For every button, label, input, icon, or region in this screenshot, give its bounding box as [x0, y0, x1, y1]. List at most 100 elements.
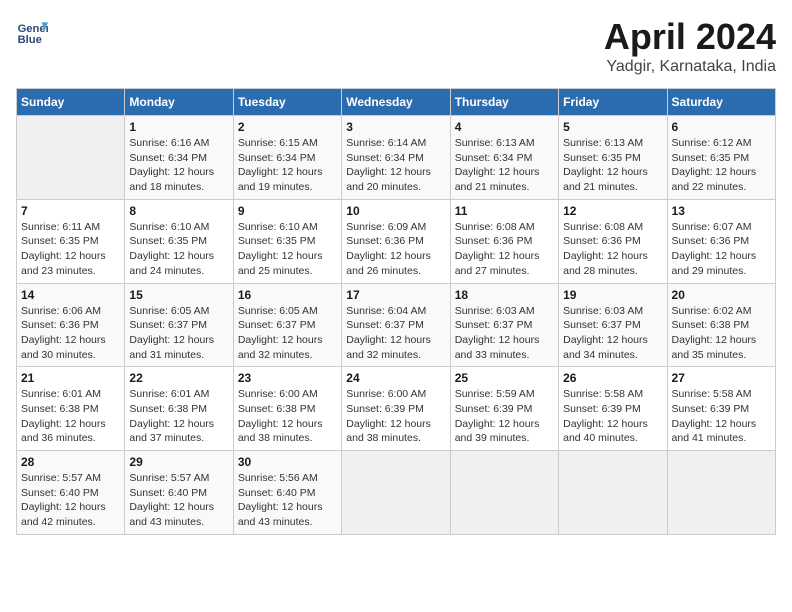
calendar-cell: 4 Sunrise: 6:13 AM Sunset: 6:34 PM Daylig…	[450, 116, 558, 200]
calendar-header-row: SundayMondayTuesdayWednesdayThursdayFrid…	[17, 89, 776, 116]
calendar-cell: 28 Sunrise: 5:57 AM Sunset: 6:40 PM Dayli…	[17, 451, 125, 535]
day-info: Sunrise: 6:05 AM Sunset: 6:37 PM Dayligh…	[129, 304, 228, 363]
calendar-week-row: 14Sunrise: 6:06 AM Sunset: 6:36 PM Dayli…	[17, 283, 776, 367]
calendar-cell: 14Sunrise: 6:06 AM Sunset: 6:36 PM Dayli…	[17, 283, 125, 367]
day-info: Sunrise: 6:12 AM Sunset: 6:35 PM Dayligh…	[672, 136, 771, 195]
calendar-cell: 16 Sunrise: 6:05 AM Sunset: 6:37 PM Dayli…	[233, 283, 341, 367]
calendar-week-row: 28 Sunrise: 5:57 AM Sunset: 6:40 PM Dayli…	[17, 451, 776, 535]
day-info: Sunrise: 6:03 AM Sunset: 6:37 PM Dayligh…	[563, 304, 662, 363]
calendar-cell: 11 Sunrise: 6:08 AM Sunset: 6:36 PM Dayli…	[450, 199, 558, 283]
calendar-cell: 27Sunrise: 5:58 AM Sunset: 6:39 PM Dayli…	[667, 367, 775, 451]
calendar-cell: 25 Sunrise: 5:59 AM Sunset: 6:39 PM Dayli…	[450, 367, 558, 451]
calendar-cell: 26Sunrise: 5:58 AM Sunset: 6:39 PM Dayli…	[559, 367, 667, 451]
svg-text:Blue: Blue	[18, 34, 42, 46]
day-number: 15	[129, 288, 228, 302]
calendar-cell: 1 Sunrise: 6:16 AM Sunset: 6:34 PM Daylig…	[125, 116, 233, 200]
calendar-cell	[342, 451, 450, 535]
calendar-cell: 24 Sunrise: 6:00 AM Sunset: 6:39 PM Dayli…	[342, 367, 450, 451]
day-number: 12	[563, 204, 662, 218]
day-number: 29	[129, 455, 228, 469]
day-info: Sunrise: 6:06 AM Sunset: 6:36 PM Dayligh…	[21, 304, 120, 363]
month-title: April 2024	[604, 16, 776, 58]
calendar-cell: 3 Sunrise: 6:14 AM Sunset: 6:34 PM Daylig…	[342, 116, 450, 200]
day-info: Sunrise: 6:01 AM Sunset: 6:38 PM Dayligh…	[21, 387, 120, 446]
calendar-cell: 8 Sunrise: 6:10 AM Sunset: 6:35 PM Daylig…	[125, 199, 233, 283]
calendar-cell: 9Sunrise: 6:10 AM Sunset: 6:35 PM Daylig…	[233, 199, 341, 283]
calendar-cell	[450, 451, 558, 535]
calendar-cell: 18 Sunrise: 6:03 AM Sunset: 6:37 PM Dayli…	[450, 283, 558, 367]
day-info: Sunrise: 6:13 AM Sunset: 6:34 PM Dayligh…	[455, 136, 554, 195]
day-info: Sunrise: 6:01 AM Sunset: 6:38 PM Dayligh…	[129, 387, 228, 446]
page-header: General Blue April 2024 Yadgir, Karnatak…	[16, 16, 776, 76]
day-info: Sunrise: 5:56 AM Sunset: 6:40 PM Dayligh…	[238, 471, 337, 530]
day-info: Sunrise: 6:08 AM Sunset: 6:36 PM Dayligh…	[455, 220, 554, 279]
day-number: 25	[455, 371, 554, 385]
day-of-week-header: Saturday	[667, 89, 775, 116]
day-info: Sunrise: 5:59 AM Sunset: 6:39 PM Dayligh…	[455, 387, 554, 446]
day-info: Sunrise: 6:04 AM Sunset: 6:37 PM Dayligh…	[346, 304, 445, 363]
day-number: 17	[346, 288, 445, 302]
calendar-body: 1 Sunrise: 6:16 AM Sunset: 6:34 PM Daylig…	[17, 116, 776, 535]
calendar-table: SundayMondayTuesdayWednesdayThursdayFrid…	[16, 88, 776, 535]
day-info: Sunrise: 6:15 AM Sunset: 6:34 PM Dayligh…	[238, 136, 337, 195]
day-info: Sunrise: 6:07 AM Sunset: 6:36 PM Dayligh…	[672, 220, 771, 279]
day-info: Sunrise: 6:03 AM Sunset: 6:37 PM Dayligh…	[455, 304, 554, 363]
calendar-cell: 20Sunrise: 6:02 AM Sunset: 6:38 PM Dayli…	[667, 283, 775, 367]
day-number: 8	[129, 204, 228, 218]
day-info: Sunrise: 5:58 AM Sunset: 6:39 PM Dayligh…	[563, 387, 662, 446]
day-number: 21	[21, 371, 120, 385]
location-title: Yadgir, Karnataka, India	[604, 58, 776, 76]
calendar-cell: 13Sunrise: 6:07 AM Sunset: 6:36 PM Dayli…	[667, 199, 775, 283]
day-info: Sunrise: 6:00 AM Sunset: 6:39 PM Dayligh…	[346, 387, 445, 446]
day-info: Sunrise: 6:14 AM Sunset: 6:34 PM Dayligh…	[346, 136, 445, 195]
day-info: Sunrise: 6:16 AM Sunset: 6:34 PM Dayligh…	[129, 136, 228, 195]
day-number: 5	[563, 120, 662, 134]
calendar-cell: 30 Sunrise: 5:56 AM Sunset: 6:40 PM Dayli…	[233, 451, 341, 535]
day-number: 11	[455, 204, 554, 218]
day-info: Sunrise: 6:00 AM Sunset: 6:38 PM Dayligh…	[238, 387, 337, 446]
day-number: 6	[672, 120, 771, 134]
day-info: Sunrise: 6:10 AM Sunset: 6:35 PM Dayligh…	[129, 220, 228, 279]
calendar-cell: 12Sunrise: 6:08 AM Sunset: 6:36 PM Dayli…	[559, 199, 667, 283]
day-info: Sunrise: 5:57 AM Sunset: 6:40 PM Dayligh…	[21, 471, 120, 530]
day-info: Sunrise: 6:11 AM Sunset: 6:35 PM Dayligh…	[21, 220, 120, 279]
day-of-week-header: Monday	[125, 89, 233, 116]
day-number: 28	[21, 455, 120, 469]
day-info: Sunrise: 6:09 AM Sunset: 6:36 PM Dayligh…	[346, 220, 445, 279]
calendar-week-row: 7 Sunrise: 6:11 AM Sunset: 6:35 PM Daylig…	[17, 199, 776, 283]
day-number: 18	[455, 288, 554, 302]
logo: General Blue	[16, 16, 48, 48]
day-number: 30	[238, 455, 337, 469]
day-number: 23	[238, 371, 337, 385]
calendar-week-row: 1 Sunrise: 6:16 AM Sunset: 6:34 PM Daylig…	[17, 116, 776, 200]
day-number: 10	[346, 204, 445, 218]
calendar-cell: 6 Sunrise: 6:12 AM Sunset: 6:35 PM Daylig…	[667, 116, 775, 200]
day-info: Sunrise: 6:05 AM Sunset: 6:37 PM Dayligh…	[238, 304, 337, 363]
calendar-cell	[17, 116, 125, 200]
day-number: 9	[238, 204, 337, 218]
day-number: 4	[455, 120, 554, 134]
day-of-week-header: Sunday	[17, 89, 125, 116]
day-of-week-header: Wednesday	[342, 89, 450, 116]
calendar-week-row: 21 Sunrise: 6:01 AM Sunset: 6:38 PM Dayli…	[17, 367, 776, 451]
day-number: 1	[129, 120, 228, 134]
day-number: 7	[21, 204, 120, 218]
calendar-cell: 19Sunrise: 6:03 AM Sunset: 6:37 PM Dayli…	[559, 283, 667, 367]
day-number: 16	[238, 288, 337, 302]
day-info: Sunrise: 6:02 AM Sunset: 6:38 PM Dayligh…	[672, 304, 771, 363]
calendar-cell: 23 Sunrise: 6:00 AM Sunset: 6:38 PM Dayli…	[233, 367, 341, 451]
calendar-cell: 7 Sunrise: 6:11 AM Sunset: 6:35 PM Daylig…	[17, 199, 125, 283]
day-info: Sunrise: 6:13 AM Sunset: 6:35 PM Dayligh…	[563, 136, 662, 195]
day-number: 27	[672, 371, 771, 385]
day-number: 3	[346, 120, 445, 134]
calendar-cell	[559, 451, 667, 535]
day-of-week-header: Thursday	[450, 89, 558, 116]
calendar-cell: 17 Sunrise: 6:04 AM Sunset: 6:37 PM Dayli…	[342, 283, 450, 367]
day-of-week-header: Friday	[559, 89, 667, 116]
day-number: 2	[238, 120, 337, 134]
calendar-cell: 21 Sunrise: 6:01 AM Sunset: 6:38 PM Dayli…	[17, 367, 125, 451]
day-number: 24	[346, 371, 445, 385]
calendar-cell: 29Sunrise: 5:57 AM Sunset: 6:40 PM Dayli…	[125, 451, 233, 535]
calendar-cell: 2 Sunrise: 6:15 AM Sunset: 6:34 PM Daylig…	[233, 116, 341, 200]
day-of-week-header: Tuesday	[233, 89, 341, 116]
